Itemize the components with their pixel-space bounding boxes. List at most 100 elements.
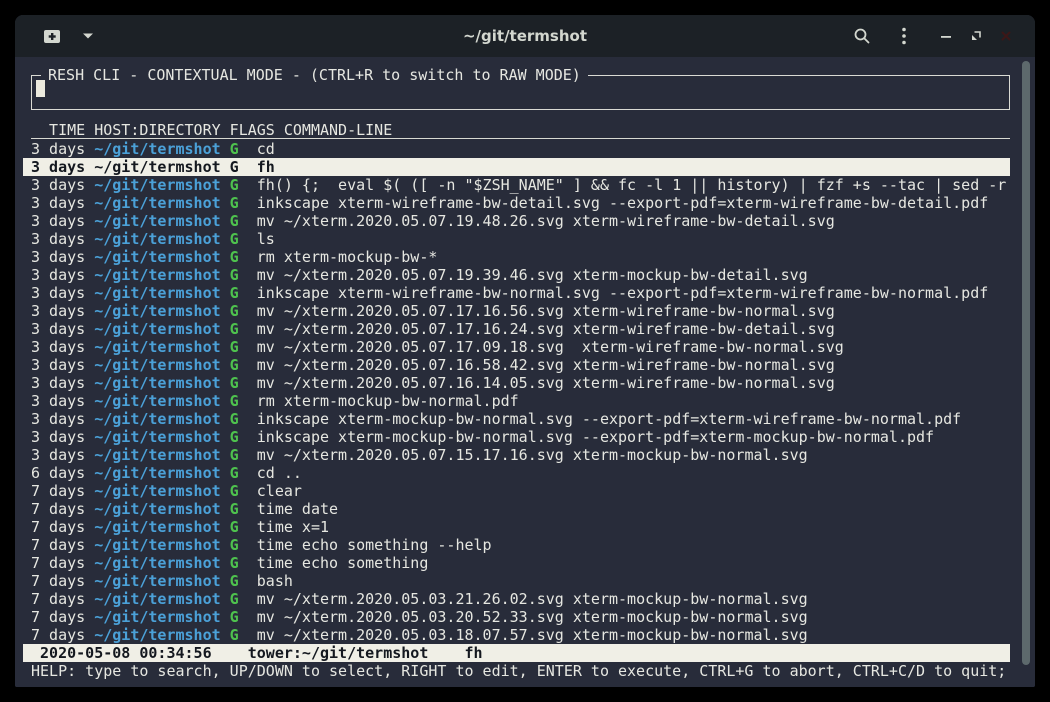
row-host-directory: ~/git/termshot <box>94 446 220 464</box>
history-row[interactable]: 3 days ~/git/termshot G mv ~/xterm.2020.… <box>23 356 1010 374</box>
row-host-directory: ~/git/termshot <box>94 356 220 374</box>
row-command: mv ~/xterm.2020.05.07.17.16.24.svg xterm… <box>257 320 835 338</box>
row-command: mv ~/xterm.2020.05.03.21.26.02.svg xterm… <box>257 590 808 608</box>
row-time: 7 days <box>31 626 94 644</box>
row-host-directory: ~/git/termshot <box>94 392 220 410</box>
history-row[interactable]: 3 days ~/git/termshot G cd <box>23 140 1010 158</box>
row-command: bash <box>257 572 293 590</box>
row-host-directory: ~/git/termshot <box>94 338 220 356</box>
row-flags: G <box>221 374 257 392</box>
history-row[interactable]: 3 days ~/git/termshot G mv ~/xterm.2020.… <box>23 446 1010 464</box>
history-row[interactable]: 3 days ~/git/termshot G mv ~/xterm.2020.… <box>23 374 1010 392</box>
row-time: 3 days <box>31 176 94 194</box>
row-host-directory: ~/git/termshot <box>94 212 220 230</box>
row-flags: G <box>221 176 257 194</box>
history-row[interactable]: 7 days ~/git/termshot G time x=1 <box>23 518 1010 536</box>
row-time: 3 days <box>31 230 94 248</box>
restore-button[interactable] <box>961 21 991 51</box>
row-time: 3 days <box>31 374 94 392</box>
history-row[interactable]: 7 days ~/git/termshot G time date <box>23 500 1010 518</box>
history-row[interactable]: 3 days ~/git/termshot G inkscape xterm-w… <box>23 284 1010 302</box>
row-flags: G <box>221 518 257 536</box>
magnifier-icon <box>853 27 871 45</box>
row-command: inkscape xterm-mockup-bw-normal.svg --ex… <box>257 428 934 446</box>
row-host-directory: ~/git/termshot <box>94 302 220 320</box>
history-row[interactable]: 3 days ~/git/termshot G mv ~/xterm.2020.… <box>23 266 1010 284</box>
row-flags: G <box>221 392 257 410</box>
row-flags: G <box>221 230 257 248</box>
history-row[interactable]: 7 days ~/git/termshot G mv ~/xterm.2020.… <box>23 608 1010 626</box>
row-time: 7 days <box>31 482 94 500</box>
row-flags: G <box>221 500 257 518</box>
history-row[interactable]: 3 days ~/git/termshot G fh <box>23 158 1010 176</box>
history-row[interactable]: 7 days ~/git/termshot G mv ~/xterm.2020.… <box>23 590 1010 608</box>
row-command: mv ~/xterm.2020.05.07.16.14.05.svg xterm… <box>257 374 835 392</box>
row-flags: G <box>221 158 257 176</box>
row-time: 7 days <box>31 572 94 590</box>
row-host-directory: ~/git/termshot <box>94 536 220 554</box>
history-row[interactable]: 3 days ~/git/termshot G mv ~/xterm.2020.… <box>23 212 1010 230</box>
row-flags: G <box>221 554 257 572</box>
row-flags: G <box>221 212 257 230</box>
row-command: cd <box>257 140 275 158</box>
row-host-directory: ~/git/termshot <box>94 230 220 248</box>
row-command: clear <box>257 482 302 500</box>
history-row[interactable]: 7 days ~/git/termshot G time echo someth… <box>23 536 1010 554</box>
history-row[interactable]: 7 days ~/git/termshot G mv ~/xterm.2020.… <box>23 626 1010 644</box>
scrollbar[interactable] <box>1022 61 1030 665</box>
search-box[interactable]: RESH CLI - CONTEXTUAL MODE - (CTRL+R to … <box>31 75 1010 110</box>
titlebar: ~/git/termshot <box>15 15 1035 57</box>
history-row[interactable]: 3 days ~/git/termshot G rm xterm-mockup-… <box>23 248 1010 266</box>
history-row[interactable]: 3 days ~/git/termshot G mv ~/xterm.2020.… <box>23 338 1010 356</box>
history-row[interactable]: 7 days ~/git/termshot G bash <box>23 572 1010 590</box>
history-row[interactable]: 6 days ~/git/termshot G cd .. <box>23 464 1010 482</box>
history-row[interactable]: 3 days ~/git/termshot G inkscape xterm-w… <box>23 194 1010 212</box>
history-row[interactable]: 3 days ~/git/termshot G inkscape xterm-m… <box>23 410 1010 428</box>
new-tab-button[interactable] <box>37 21 67 51</box>
terminal-window: ~/git/termshot <box>15 15 1035 687</box>
row-command: fh <box>257 158 275 176</box>
history-row[interactable]: 3 days ~/git/termshot G inkscape xterm-m… <box>23 428 1010 446</box>
table-header: TIME HOST:DIRECTORY FLAGS COMMAND-LINE <box>31 121 1010 139</box>
history-row[interactable]: 3 days ~/git/termshot G ls <box>23 230 1010 248</box>
menu-button[interactable] <box>889 21 919 51</box>
row-command: mv ~/xterm.2020.05.07.17.09.18.svg xterm… <box>257 338 844 356</box>
row-time: 3 days <box>31 320 94 338</box>
row-time: 6 days <box>31 464 94 482</box>
row-time: 3 days <box>31 158 94 176</box>
row-time: 3 days <box>31 212 94 230</box>
unmaximize-icon <box>970 30 982 42</box>
row-time: 3 days <box>31 266 94 284</box>
minimize-button[interactable] <box>931 21 961 51</box>
row-flags: G <box>221 248 257 266</box>
search-box-title: RESH CLI - CONTEXTUAL MODE - (CTRL+R to … <box>41 66 588 84</box>
row-flags: G <box>221 482 257 500</box>
row-command: time echo something --help <box>257 536 492 554</box>
history-row[interactable]: 7 days ~/git/termshot G clear <box>23 482 1010 500</box>
row-flags: G <box>221 590 257 608</box>
row-host-directory: ~/git/termshot <box>94 410 220 428</box>
history-row[interactable]: 3 days ~/git/termshot G fh() {; eval $( … <box>23 176 1010 194</box>
row-host-directory: ~/git/termshot <box>94 158 220 176</box>
row-command: mv ~/xterm.2020.05.07.17.16.56.svg xterm… <box>257 302 835 320</box>
history-row[interactable]: 3 days ~/git/termshot G mv ~/xterm.2020.… <box>23 320 1010 338</box>
row-command: mv ~/xterm.2020.05.07.15.17.16.svg xterm… <box>257 446 808 464</box>
row-time: 3 days <box>31 194 94 212</box>
history-row[interactable]: 3 days ~/git/termshot G mv ~/xterm.2020.… <box>23 302 1010 320</box>
row-host-directory: ~/git/termshot <box>94 248 220 266</box>
history-row[interactable]: 7 days ~/git/termshot G time echo someth… <box>23 554 1010 572</box>
tab-dropdown-button[interactable] <box>73 21 103 51</box>
row-command: fh() {; eval $( ([ -n "$ZSH_NAME" ] && f… <box>257 176 1007 194</box>
history-row[interactable]: 3 days ~/git/termshot G rm xterm-mockup-… <box>23 392 1010 410</box>
row-host-directory: ~/git/termshot <box>94 140 220 158</box>
row-host-directory: ~/git/termshot <box>94 176 220 194</box>
row-flags: G <box>221 572 257 590</box>
row-host-directory: ~/git/termshot <box>94 374 220 392</box>
help-bar-text: HELP: type to search, UP/DOWN to select,… <box>31 662 1006 680</box>
row-host-directory: ~/git/termshot <box>94 320 220 338</box>
close-button[interactable] <box>991 21 1021 51</box>
row-flags: G <box>221 446 257 464</box>
table-header-label: TIME HOST:DIRECTORY FLAGS COMMAND-LINE <box>31 121 392 139</box>
status-bar: 2020-05-08 00:34:56 tower:~/git/termshot… <box>23 644 1010 662</box>
search-button[interactable] <box>847 21 877 51</box>
